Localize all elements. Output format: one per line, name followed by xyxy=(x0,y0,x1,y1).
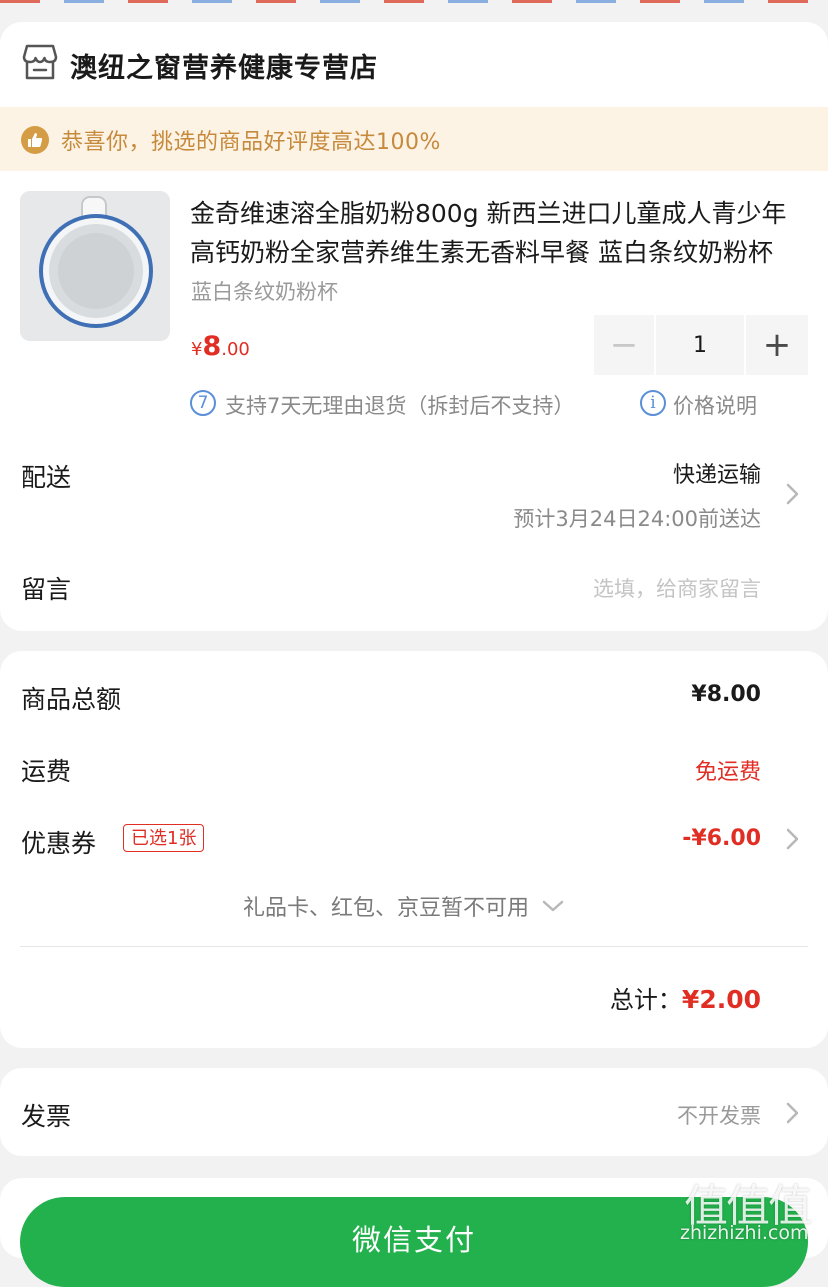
delivery-method[interactable]: 快递运输 xyxy=(673,457,761,489)
watermark-site: zhizhizhi.com xyxy=(680,1222,809,1244)
product-image[interactable] xyxy=(20,191,170,341)
delivery-chevron-icon[interactable] xyxy=(782,482,802,506)
quantity-stepper: − 1 + xyxy=(594,315,808,375)
delivery-eta: 预计3月24日24:00前送达 xyxy=(513,507,761,531)
goods-total-label: 商品总额 xyxy=(21,685,122,714)
coupon-chevron-icon[interactable] xyxy=(782,827,802,851)
product-spec[interactable]: 蓝白条纹奶粉杯 xyxy=(191,276,338,306)
invoice-value[interactable]: 不开发票 xyxy=(677,1100,761,1130)
unavailable-payments-text: 礼品卡、红包、京豆暂不可用 xyxy=(242,896,529,921)
thumbs-up-icon xyxy=(21,126,49,154)
store-name[interactable]: 澳纽之窗营养健康专营店 xyxy=(70,46,378,85)
seven-day-return-icon: 7 xyxy=(190,390,216,416)
goods-total-value: ¥8.00 xyxy=(691,682,761,707)
top-stripe-decoration xyxy=(0,0,828,3)
chevron-down-icon xyxy=(541,898,565,914)
price-integer: 8 xyxy=(202,331,222,362)
coupon-label: 优惠券 xyxy=(21,829,97,858)
coupon-value[interactable]: -¥6.00 xyxy=(682,826,761,851)
price-explanation-link[interactable]: 价格说明 xyxy=(673,390,757,420)
order-total: 总计： ¥2.00 xyxy=(610,980,761,1015)
product-title[interactable]: 金奇维速溶全脂奶粉800g 新西兰进口儿童成人青少年高钙奶粉全家营养维生素无香料… xyxy=(190,194,795,272)
coupon-selected-badge: 已选1张 xyxy=(123,824,205,852)
shipping-value: 免运费 xyxy=(694,760,761,785)
message-input[interactable]: 选填，给商家留言 xyxy=(593,573,761,603)
info-icon[interactable]: i xyxy=(640,390,666,416)
total-value: ¥2.00 xyxy=(681,985,761,1014)
price-decimal: .00 xyxy=(221,339,250,360)
summary-divider xyxy=(20,946,808,947)
delivery-label: 配送 xyxy=(21,463,72,492)
praise-text: 恭喜你，挑选的商品好评度高达100% xyxy=(61,130,441,155)
message-label: 留言 xyxy=(21,575,72,604)
total-label: 总计： xyxy=(609,986,682,1014)
store-icon xyxy=(22,43,58,81)
decrease-button[interactable]: − xyxy=(594,315,654,375)
invoice-chevron-icon[interactable] xyxy=(782,1101,802,1125)
invoice-label: 发票 xyxy=(21,1102,72,1131)
quantity-input[interactable]: 1 xyxy=(656,315,744,375)
shipping-label: 运费 xyxy=(21,757,72,786)
price-symbol: ¥ xyxy=(191,339,203,360)
unavailable-payments-row[interactable]: 礼品卡、红包、京豆暂不可用 xyxy=(0,890,828,922)
return-policy-text[interactable]: 支持7天无理由退货（拆封后不支持） xyxy=(225,390,574,420)
product-price: ¥8.00 xyxy=(191,331,250,362)
increase-button[interactable]: + xyxy=(746,315,808,375)
